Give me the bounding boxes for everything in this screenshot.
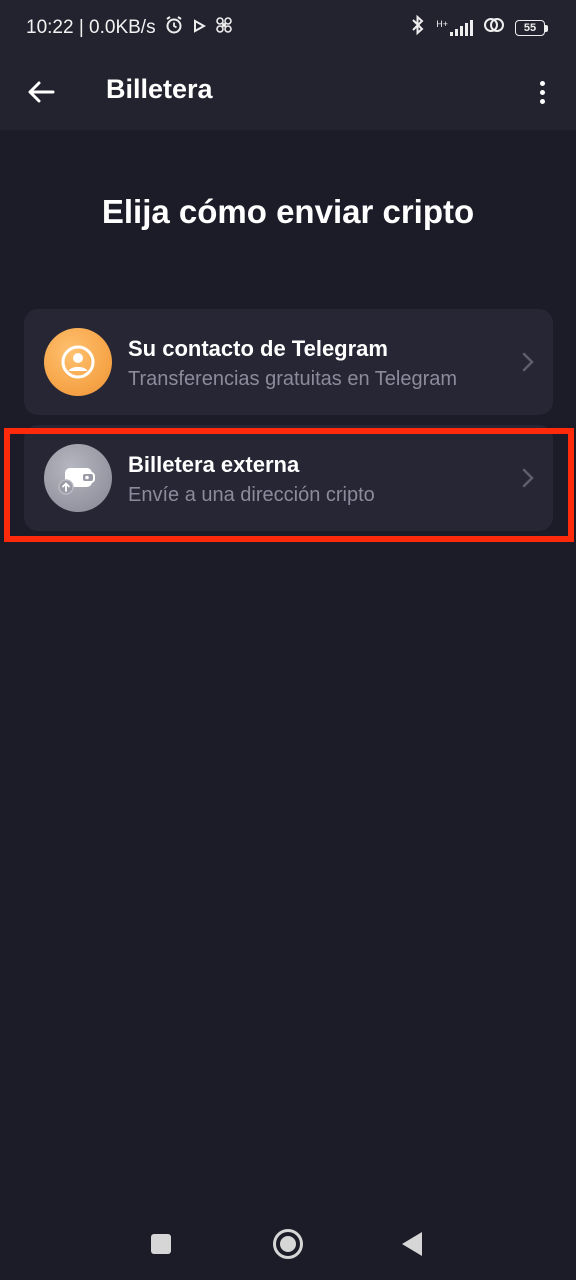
recents-icon[interactable] bbox=[151, 1234, 171, 1254]
alarm-icon bbox=[164, 15, 184, 41]
option-subtitle: Transferencias gratuitas en Telegram bbox=[128, 368, 458, 390]
battery-level: 55 bbox=[515, 20, 545, 36]
battery-tip bbox=[545, 24, 548, 32]
play-icon bbox=[192, 17, 206, 39]
back-arrow-icon[interactable] bbox=[24, 75, 58, 109]
option-telegram-contact[interactable]: Su contacto de Telegram Transferencias g… bbox=[24, 309, 553, 415]
contact-icon bbox=[44, 328, 112, 396]
signal-group: H+ bbox=[436, 20, 473, 36]
status-left: 10:22 | 0.0KB/s bbox=[26, 15, 234, 41]
pinwheel-icon bbox=[214, 15, 234, 41]
more-vert-icon[interactable] bbox=[530, 74, 554, 110]
chevron-right-icon bbox=[521, 351, 535, 373]
home-icon[interactable] bbox=[273, 1229, 303, 1259]
battery-icon: 55 bbox=[515, 19, 548, 37]
status-bar: 10:22 | 0.0KB/s H+ 55 bbox=[0, 0, 576, 56]
app-title: Billetera bbox=[106, 74, 213, 104]
option-subtitle: Envíe a una dirección cripto bbox=[128, 484, 375, 506]
option-title: Su contacto de Telegram bbox=[128, 336, 388, 361]
status-right: H+ 55 bbox=[410, 14, 548, 42]
hotspot-icon bbox=[483, 16, 505, 40]
page-heading: Elija cómo enviar cripto bbox=[101, 193, 475, 230]
system-nav-bar bbox=[0, 1200, 576, 1280]
wallet-send-icon bbox=[44, 444, 112, 512]
network-label: H+ bbox=[436, 19, 448, 29]
signal-icon bbox=[450, 20, 473, 36]
option-title: Billetera externa bbox=[128, 452, 300, 477]
bluetooth-icon bbox=[410, 14, 426, 42]
option-external-wallet[interactable]: Billetera externa Envíe a una dirección … bbox=[24, 425, 553, 531]
chevron-right-icon bbox=[521, 467, 535, 489]
status-time-speed: 10:22 | 0.0KB/s bbox=[26, 17, 156, 38]
app-bar: Billetera bbox=[0, 56, 576, 130]
back-icon[interactable] bbox=[402, 1232, 422, 1256]
